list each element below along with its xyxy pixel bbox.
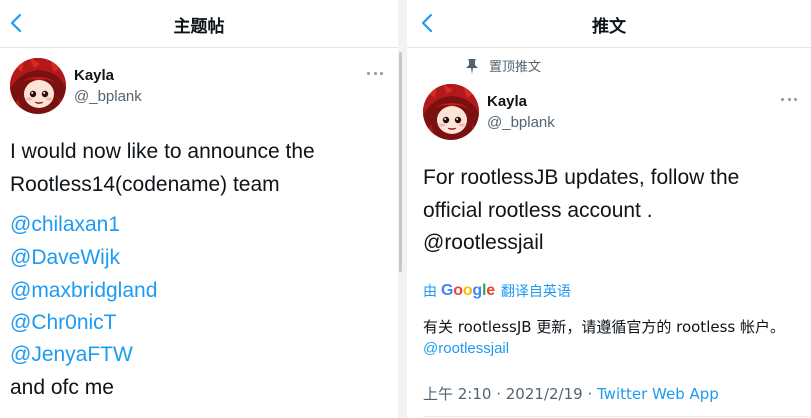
author-handle[interactable]: @_bplank: [74, 88, 142, 105]
pinned-label: 置顶推文: [489, 60, 542, 75]
more-dots-icon[interactable]: [781, 98, 797, 104]
thread-header: 主题帖: [0, 0, 398, 48]
mention-link[interactable]: @DaveWijk: [10, 246, 120, 270]
tweet-source-link[interactable]: Twitter Web App: [597, 385, 719, 403]
scrollbar-thumb[interactable]: [399, 52, 402, 272]
tweet-text-line: Rootless14(codename) team: [10, 173, 280, 196]
page-title: 主题帖: [173, 17, 225, 37]
tweet-meta: 上午 2:10 · 2021/2/19 · Twitter Web App: [423, 383, 719, 404]
translate-prefix: 由: [423, 284, 437, 300]
author-handle[interactable]: @_bplank: [487, 114, 555, 131]
tweet-date: 2021/2/19: [505, 385, 583, 403]
tweet-text-line: official rootless account .: [423, 199, 653, 222]
meta-separator: ·: [582, 385, 597, 403]
avatar[interactable]: [423, 84, 479, 140]
pin-icon: [466, 58, 478, 74]
avatar[interactable]: [10, 58, 66, 114]
meta-separator: ·: [491, 385, 506, 403]
tweet-header: 推文: [407, 0, 811, 48]
tweet-text-line: For rootlessJB updates, follow the: [423, 166, 740, 189]
mention-link[interactable]: @chilaxan1: [10, 213, 120, 237]
mention-link[interactable]: @maxbridgland: [10, 279, 157, 303]
more-dots-icon[interactable]: [367, 72, 383, 78]
translation-attribution[interactable]: 由 Google 翻译自英语: [423, 281, 571, 301]
tweet-panel: 推文 置顶推文 Kayla @_bplank For rootlessJB up…: [407, 0, 811, 418]
author-name[interactable]: Kayla: [487, 93, 527, 110]
divider-line: [423, 416, 811, 417]
translate-suffix: 翻译自英语: [500, 284, 571, 300]
google-logo: Google: [441, 282, 495, 299]
tweet-time: 上午 2:10: [423, 385, 492, 403]
author-name[interactable]: Kayla: [74, 67, 114, 84]
thread-panel: 主题帖 Kayla @_bplank I would now like to a…: [0, 0, 398, 418]
translated-mention-link[interactable]: @rootlessjail: [423, 340, 509, 357]
mention-link[interactable]: @JenyaFTW: [10, 343, 133, 367]
mention-link[interactable]: @rootlessjail: [423, 231, 544, 255]
page-title: 推文: [592, 17, 626, 37]
tweet-text-line: I would now like to announce the: [10, 140, 315, 163]
pinned-indicator: 置顶推文: [465, 56, 541, 75]
translated-text: 有关 rootlessJB 更新，请遵循官方的 rootless 帐户。: [423, 318, 785, 336]
tweet-text-line: and ofc me: [10, 376, 114, 399]
mention-link[interactable]: @Chr0nicT: [10, 311, 117, 335]
